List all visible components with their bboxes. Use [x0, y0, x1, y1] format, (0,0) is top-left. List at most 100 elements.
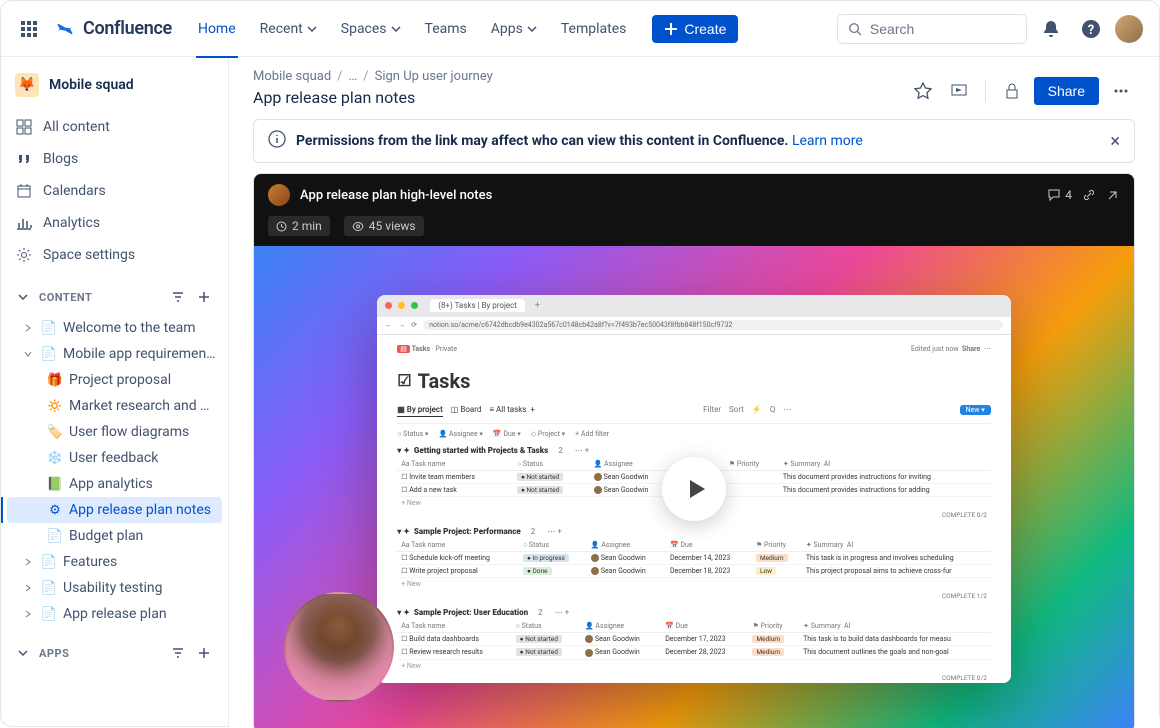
page-title: App release plan notes	[253, 88, 897, 107]
sidebar-item-blogs[interactable]: Blogs	[7, 143, 222, 175]
tree-item-label: Welcome to the team	[63, 320, 216, 336]
presentation-icon[interactable]	[945, 77, 973, 105]
clock-icon	[276, 221, 287, 232]
video-title: App release plan high-level notes	[300, 188, 1037, 203]
filter-icon[interactable]	[168, 287, 188, 307]
nav-recent[interactable]: Recent	[250, 17, 327, 41]
video-body: (8+) Tasks | By project + ← → ⟳ notion.s…	[254, 246, 1134, 728]
search-field[interactable]	[870, 21, 1016, 37]
tree-item-features[interactable]: 📄Features	[7, 549, 222, 575]
nav-spaces[interactable]: Spaces	[331, 17, 411, 41]
apps-section-label: APPS	[39, 647, 160, 660]
notion-group-header: ▾ ✦ Getting started with Projects & Task…	[397, 446, 991, 455]
tree-item-label: App release plan notes	[69, 502, 216, 518]
tree-item-requirements[interactable]: 📄Mobile app requirements	[7, 341, 222, 367]
space-logo: 🦊	[15, 73, 39, 97]
views-text: 45 views	[369, 219, 416, 233]
chevron-down-icon[interactable]	[15, 289, 31, 305]
nav-apps[interactable]: Apps	[481, 17, 547, 41]
browser-tab: (8+) Tasks | By project	[430, 299, 525, 312]
tree-item-release-notes[interactable]: ⚙App release plan notes	[7, 497, 222, 523]
tree-item-label: Usability testing	[63, 580, 216, 596]
tree-item-analytics[interactable]: 📗App analytics	[7, 471, 222, 497]
tree-item-label: App analytics	[69, 476, 216, 492]
share-button[interactable]: Share	[1034, 77, 1099, 105]
search-icon	[848, 21, 862, 37]
video-presenter-avatar	[284, 592, 394, 702]
star-icon[interactable]	[909, 77, 937, 105]
page-icon: 📄	[41, 320, 57, 336]
nav-templates-label: Templates	[561, 21, 627, 37]
tree-item-budget[interactable]: 📄Budget plan	[7, 523, 222, 549]
tree-item-market[interactable]: 🔅Market research and co…	[7, 393, 222, 419]
sidebar-item-all-content[interactable]: All content	[7, 111, 222, 143]
plus-icon[interactable]	[194, 287, 214, 307]
tree-item-usability[interactable]: 📄 Usability testing	[7, 575, 222, 601]
lock-icon[interactable]	[998, 77, 1026, 105]
grid-icon	[15, 118, 33, 136]
nav-home[interactable]: Home	[188, 17, 246, 41]
tree-item-userflow[interactable]: 🏷️User flow diagrams	[7, 419, 222, 445]
sidebar-item-label: All content	[43, 119, 110, 135]
tree-item-feedback[interactable]: ❄️User feedback	[7, 445, 222, 471]
comments-icon[interactable]: 4	[1047, 188, 1072, 202]
help-icon[interactable]: ?	[1075, 13, 1107, 45]
breadcrumb-ellipsis[interactable]: …	[349, 69, 358, 84]
sidebar-item-analytics[interactable]: Analytics	[7, 207, 222, 239]
notion-share: Share	[962, 345, 980, 353]
nav-templates[interactable]: Templates	[551, 17, 637, 41]
content-section-header: CONTENT	[7, 279, 222, 315]
close-icon[interactable]: ×	[1110, 131, 1120, 152]
chevron-down-icon[interactable]	[15, 645, 31, 661]
tree-item-release-plan[interactable]: 📄App release plan	[7, 601, 222, 627]
banner-learn-more-link[interactable]: Learn more	[792, 133, 863, 149]
plus-icon	[664, 22, 678, 36]
notion-filter: Filter	[703, 405, 721, 414]
notifications-icon[interactable]	[1035, 13, 1067, 45]
new-tab-icon: +	[535, 301, 540, 311]
comment-count: 4	[1065, 188, 1072, 202]
info-icon	[268, 130, 286, 152]
tree-item-welcome[interactable]: 📄 Welcome to the team	[7, 315, 222, 341]
chevron-down-icon[interactable]	[21, 347, 35, 361]
sidebar-item-label: Calendars	[43, 183, 106, 199]
page-icon: 📄	[41, 554, 57, 570]
forward-icon: →	[398, 321, 405, 329]
external-link-icon[interactable]	[1106, 188, 1120, 202]
user-avatar[interactable]	[1115, 15, 1143, 43]
more-icon[interactable]	[1107, 77, 1135, 105]
breadcrumb-leaf[interactable]: Sign Up user journey	[375, 69, 493, 84]
breadcrumb-separator: /	[363, 69, 368, 84]
confluence-logo[interactable]: Confluence	[53, 17, 172, 41]
tree-item-proposal[interactable]: 🎁Project proposal	[7, 367, 222, 393]
create-button[interactable]: Create	[652, 15, 738, 43]
chevron-right-icon[interactable]	[21, 607, 35, 621]
tree-item-label: Mobile app requirements	[63, 346, 216, 362]
notion-new-button: New ▾	[960, 405, 991, 415]
notion-tab-all-tasks: ≡ All tasks +	[489, 403, 535, 416]
play-icon	[684, 477, 708, 501]
nav-spaces-label: Spaces	[341, 21, 387, 37]
play-button[interactable]	[662, 457, 726, 521]
chevron-right-icon[interactable]	[21, 581, 35, 595]
app-switcher-icon[interactable]	[17, 17, 41, 41]
plus-icon[interactable]	[194, 643, 214, 663]
nav-teams[interactable]: Teams	[415, 17, 477, 41]
url-bar: notion.so/acme/c6742dbcdb9e4302a567c0148…	[423, 320, 1003, 330]
sidebar-item-space-settings[interactable]: Space settings	[7, 239, 222, 271]
link-icon[interactable]	[1082, 188, 1096, 202]
chevron-right-icon[interactable]	[21, 555, 35, 569]
notion-title: ☑Tasks	[397, 369, 991, 393]
breadcrumb-space[interactable]: Mobile squad	[253, 69, 331, 84]
breadcrumb: Mobile squad / … / Sign Up user journey	[253, 69, 897, 84]
space-header[interactable]: 🦊 Mobile squad	[7, 67, 222, 103]
emoji-icon: 🎁	[47, 372, 63, 388]
space-name: Mobile squad	[49, 77, 134, 93]
page-icon: 📄	[41, 580, 57, 596]
chevron-right-icon[interactable]	[21, 321, 35, 335]
sidebar-item-calendars[interactable]: Calendars	[7, 175, 222, 207]
search-input[interactable]	[837, 14, 1027, 44]
filter-icon[interactable]	[168, 643, 188, 663]
notion-crumb-title: Tasks	[412, 345, 431, 353]
video-embed: App release plan high-level notes 4 2 mi…	[253, 173, 1135, 728]
